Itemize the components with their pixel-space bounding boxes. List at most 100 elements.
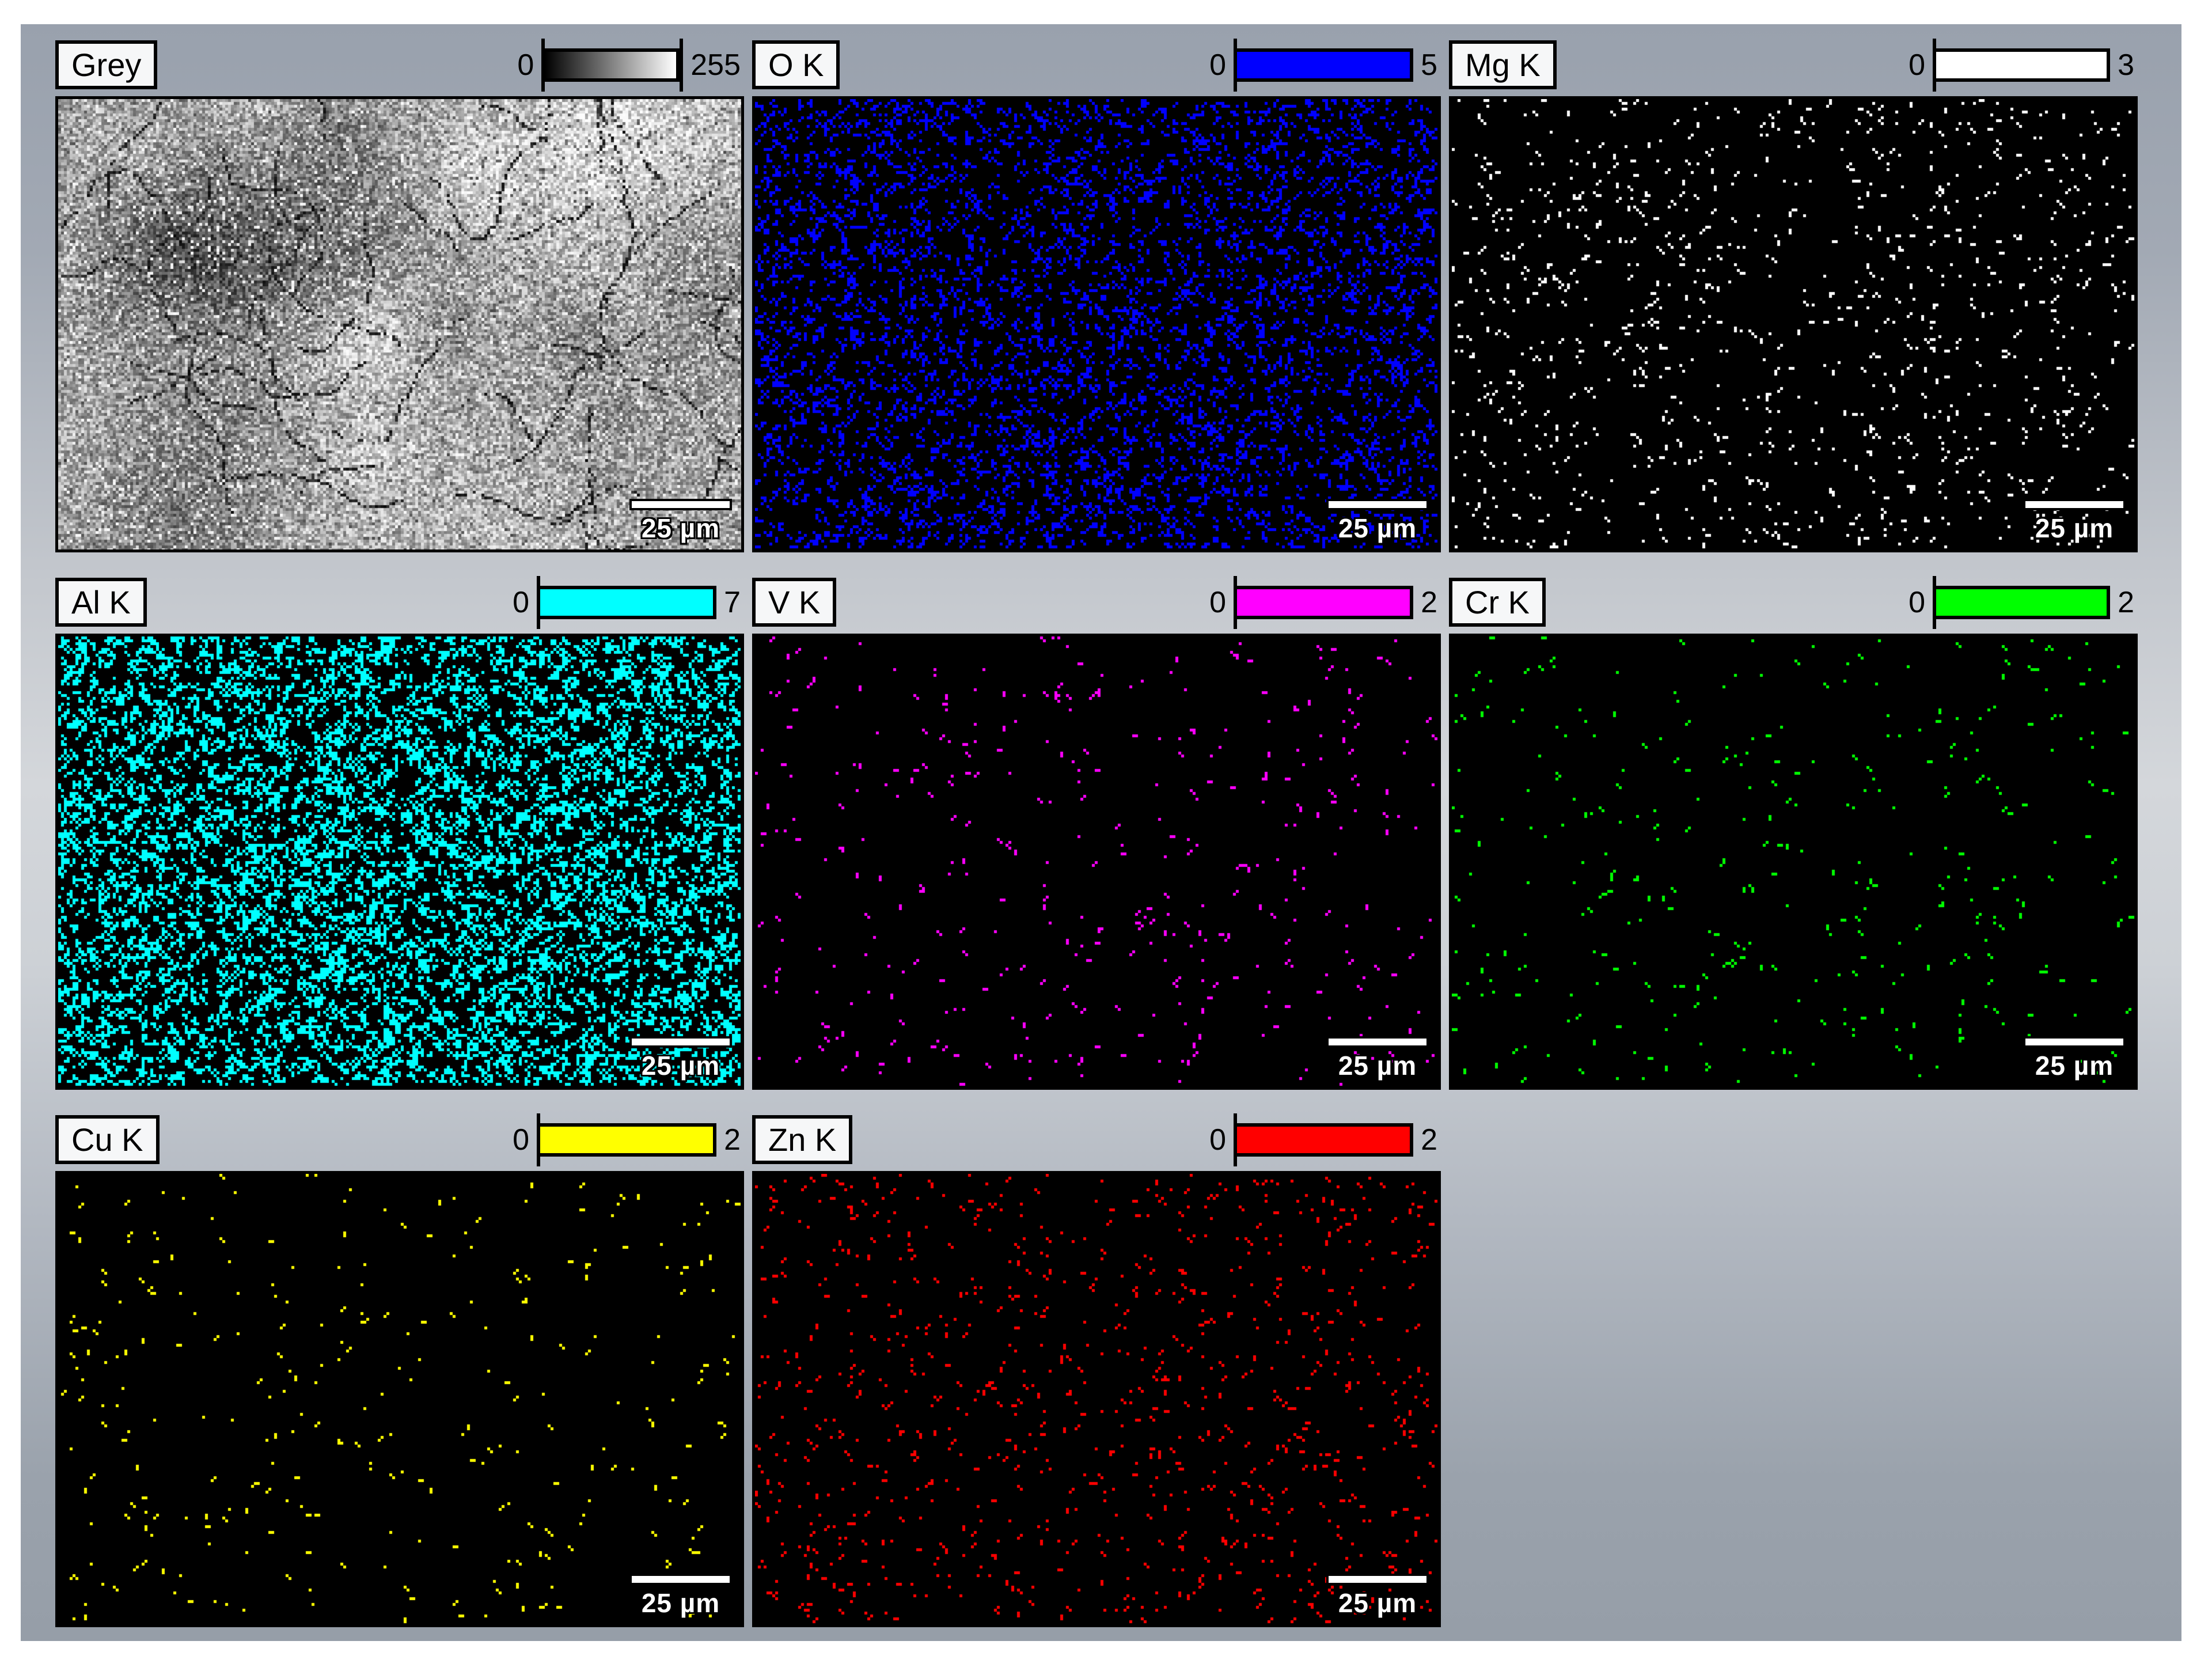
scale-bar: 25 µm [629, 1036, 732, 1081]
panel-cu-k-title-text: Cu K [71, 1121, 143, 1158]
scale-bar-label: 25 µm [1338, 1050, 1417, 1081]
colorbar-bar [1936, 48, 2110, 82]
panel-v-k: V K 0 2 25 µm [752, 578, 1441, 1090]
colorbar-max-label: 2 [1421, 585, 1437, 620]
panel-o-k-header: O K 0 5 [752, 40, 1441, 89]
panel-grey-title: Grey [55, 40, 157, 89]
scale-bar-line [2023, 499, 2126, 510]
colorbar-bar [545, 48, 680, 82]
element-map-frame[interactable]: 25 µm [752, 634, 1441, 1090]
scale-bar: 25 µm [2023, 499, 2126, 544]
panel-o-k: O K 0 5 25 µm [752, 40, 1441, 552]
colorbar-right-cap [680, 39, 683, 92]
eds-map-v-k [755, 636, 1438, 1087]
eds-map-cr-k [1452, 636, 2135, 1087]
eds-map-zn-k [755, 1174, 1438, 1624]
eds-map-mg-k [1452, 99, 2135, 550]
panel-zn-k-header: Zn K 0 2 [752, 1115, 1441, 1164]
panel-zn-k-colorbar: 0 2 [1209, 1113, 1437, 1166]
scale-bar: 25 µm [1326, 499, 1429, 544]
colorbar-max-label: 2 [1421, 1123, 1437, 1157]
colorbar-max-label: 2 [724, 1123, 741, 1157]
panel-mg-k-header: Mg K 0 3 [1449, 40, 2138, 89]
scale-bar-label: 25 µm [642, 1050, 720, 1081]
panel-o-k-colorbar: 0 5 [1209, 39, 1437, 92]
colorbar-bar [1237, 586, 1413, 619]
colorbar-max-label: 5 [1421, 48, 1437, 82]
scale-bar-label: 25 µm [2035, 1050, 2114, 1081]
colorbar-max-label: 2 [2118, 585, 2134, 620]
scale-bar-line [1326, 1036, 1429, 1048]
element-map-frame[interactable]: 25 µm [752, 1171, 1441, 1627]
sem-image-frame[interactable]: 25 µm [55, 96, 744, 552]
scale-bar-label: 25 µm [642, 513, 720, 544]
element-map-frame[interactable]: 25 µm [1449, 96, 2138, 552]
element-map-frame[interactable]: 25 µm [1449, 634, 2138, 1090]
scale-bar-label: 25 µm [642, 1587, 720, 1619]
panel-o-k-title: O K [752, 40, 840, 89]
element-map-frame[interactable]: 25 µm [55, 634, 744, 1090]
panel-zn-k-title: Zn K [752, 1115, 852, 1164]
scale-bar-line [629, 1036, 732, 1048]
colorbar-min-label: 0 [517, 48, 534, 82]
element-map-frame[interactable]: 25 µm [55, 1171, 744, 1627]
eds-map-al-k [58, 636, 741, 1087]
colorbar-bar [1237, 1123, 1413, 1157]
panel-o-k-title-text: O K [768, 46, 824, 84]
panel-cu-k-colorbar: 0 2 [513, 1113, 741, 1166]
colorbar-min-label: 0 [1909, 585, 1925, 620]
panel-mg-k-title: Mg K [1449, 40, 1557, 89]
colorbar-max-label: 7 [724, 585, 741, 620]
panel-cu-k-title: Cu K [55, 1115, 160, 1164]
panel-mg-k-colorbar: 0 3 [1909, 39, 2134, 92]
colorbar-min-label: 0 [1209, 48, 1226, 82]
scale-bar: 25 µm [1326, 1036, 1429, 1081]
scale-bar-line [629, 499, 732, 510]
panel-grey: Grey 0 255 25 µm [55, 40, 744, 552]
scale-bar: 25 µm [2023, 1036, 2126, 1081]
scale-bar: 25 µm [629, 1574, 732, 1619]
panel-v-k-title: V K [752, 578, 836, 627]
panel-al-k-title: Al K [55, 578, 147, 627]
panel-cr-k: Cr K 0 2 25 µm [1449, 578, 2138, 1090]
colorbar-bar [1237, 48, 1413, 82]
colorbar-min-label: 0 [513, 1123, 529, 1157]
element-map-frame[interactable]: 25 µm [752, 96, 1441, 552]
scale-bar-label: 25 µm [2035, 513, 2114, 544]
eds-map-cu-k [58, 1174, 741, 1624]
panel-v-k-header: V K 0 2 [752, 578, 1441, 627]
panel-al-k-title-text: Al K [71, 583, 131, 621]
scale-bar: 25 µm [1326, 1574, 1429, 1619]
colorbar-min-label: 0 [513, 585, 529, 620]
sem-grey-image [58, 99, 741, 550]
scale-bar: 25 µm [629, 499, 732, 544]
panel-mg-k: Mg K 0 3 25 µm [1449, 40, 2138, 552]
scale-bar-line [1326, 1574, 1429, 1585]
panel-v-k-colorbar: 0 2 [1209, 576, 1437, 629]
panel-grey-header: Grey 0 255 [55, 40, 744, 89]
panel-cr-k-colorbar: 0 2 [1909, 576, 2134, 629]
scale-bar-line [2023, 1036, 2126, 1048]
colorbar-min-label: 0 [1209, 1123, 1226, 1157]
colorbar-min-label: 0 [1209, 585, 1226, 620]
panel-cr-k-title-text: Cr K [1465, 583, 1530, 621]
panel-zn-k-title-text: Zn K [768, 1121, 836, 1158]
colorbar-bar [540, 1123, 716, 1157]
colorbar-bar [540, 586, 716, 619]
colorbar-bar [1936, 586, 2110, 619]
colorbar-max-label: 3 [2118, 48, 2134, 82]
panel-cu-k: Cu K 0 2 25 µm [55, 1115, 744, 1627]
colorbar-min-label: 0 [1909, 48, 1925, 82]
panel-v-k-title-text: V K [768, 583, 820, 621]
scale-bar-label: 25 µm [1338, 1587, 1417, 1619]
scale-bar-line [629, 1574, 732, 1585]
panel-cr-k-title: Cr K [1449, 578, 1546, 627]
panel-al-k: Al K 0 7 25 µm [55, 578, 744, 1090]
panel-al-k-colorbar: 0 7 [513, 576, 741, 629]
colorbar-max-label: 255 [690, 48, 741, 82]
panel-cr-k-header: Cr K 0 2 [1449, 578, 2138, 627]
scale-bar-label: 25 µm [1338, 513, 1417, 544]
panel-grey-colorbar: 0 255 [517, 39, 741, 92]
eds-map-o-k [755, 99, 1438, 550]
panel-al-k-header: Al K 0 7 [55, 578, 744, 627]
